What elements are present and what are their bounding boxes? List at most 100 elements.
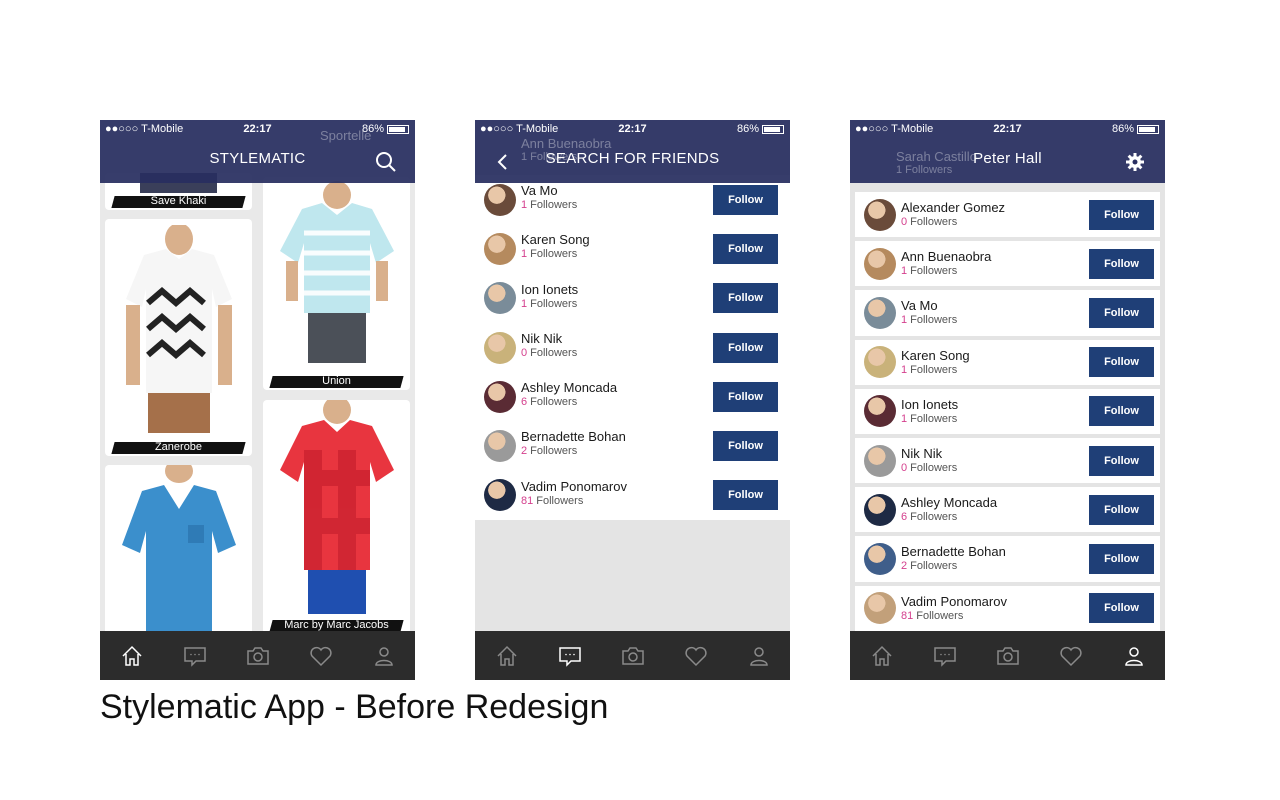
follow-button[interactable]: Follow (1089, 543, 1154, 574)
follow-button[interactable]: Follow (713, 184, 778, 215)
avatar[interactable] (864, 247, 896, 280)
user-name[interactable]: Ashley Moncada (521, 380, 617, 395)
tab-messages[interactable] (927, 639, 963, 673)
user-name[interactable]: Va Mo (521, 183, 558, 198)
avatar[interactable] (864, 592, 896, 625)
user-name[interactable]: Karen Song (901, 348, 970, 363)
tab-home[interactable] (114, 639, 150, 673)
follow-button[interactable]: Follow (1089, 199, 1154, 230)
product-card-blue-vneck[interactable] (105, 465, 252, 645)
user-name[interactable]: Ashley Moncada (901, 495, 997, 510)
user-name[interactable]: Ion Ionets (521, 282, 578, 297)
user-name[interactable]: Va Mo (901, 298, 938, 313)
follow-button[interactable]: Follow (1089, 593, 1154, 624)
tab-home[interactable] (489, 639, 525, 673)
product-card-union[interactable]: Union (263, 177, 410, 390)
follow-button[interactable]: Follow (1089, 248, 1154, 279)
follow-button[interactable]: Follow (1089, 494, 1154, 525)
battery-indicator: 86% (737, 123, 784, 135)
follow-button[interactable]: Follow (1089, 445, 1154, 476)
avatar[interactable] (864, 198, 896, 231)
avatar[interactable] (484, 430, 516, 463)
tab-home[interactable] (864, 639, 900, 673)
product-card-zanerobe[interactable]: Zanerobe (105, 219, 252, 456)
page-title: Peter Hall (973, 150, 1042, 167)
follow-button[interactable]: Follow (713, 283, 778, 314)
tab-favorites[interactable] (678, 639, 714, 673)
tab-camera[interactable] (240, 639, 276, 673)
follower-number: 1 (521, 199, 528, 211)
tab-profile[interactable] (366, 639, 402, 673)
follow-button[interactable]: Follow (1089, 297, 1154, 328)
battery-icon (762, 124, 784, 134)
user-name[interactable]: Nik Nik (901, 446, 942, 461)
user-name[interactable]: Vadim Ponomarov (901, 594, 1007, 609)
follower-count: 81 Followers (901, 610, 963, 622)
user-row: Ann Buenaobra 1 Followers Follow (855, 241, 1160, 287)
tab-bar (475, 631, 790, 680)
camera-icon (996, 646, 1019, 665)
follow-button[interactable]: Follow (713, 431, 778, 462)
followers-label: Followers (530, 199, 578, 211)
user-name[interactable]: Ion Ionets (901, 397, 958, 412)
follow-button[interactable]: Follow (713, 332, 778, 363)
chat-icon (558, 646, 581, 667)
avatar[interactable] (864, 395, 896, 428)
tab-messages[interactable] (177, 639, 213, 673)
avatar[interactable] (484, 380, 516, 413)
avatar[interactable] (484, 331, 516, 364)
tab-favorites[interactable] (1053, 639, 1089, 673)
tab-messages[interactable] (552, 639, 588, 673)
user-row: Karen Song 1 Followers Follow (855, 339, 1160, 385)
status-bar: ●●○○○ T-Mobile 22:17 86% (850, 123, 1165, 137)
follow-button[interactable]: Follow (713, 233, 778, 264)
avatar[interactable] (484, 232, 516, 265)
product-card-marc-by-marc-jacobs[interactable]: Marc by Marc Jacobs (263, 400, 410, 634)
avatar[interactable] (864, 493, 896, 526)
followers-label: Followers (530, 396, 578, 409)
user-icon (374, 646, 393, 666)
avatar[interactable] (484, 183, 516, 216)
tab-profile[interactable] (1116, 639, 1152, 673)
camera-icon (621, 646, 644, 665)
avatar[interactable] (484, 282, 516, 315)
user-name[interactable]: Alexander Gomez (901, 200, 1005, 215)
tab-profile[interactable] (741, 639, 777, 673)
avatar[interactable] (484, 479, 516, 512)
navigation-bar: Ann Buenaobra 1 Followers ●●○○○ T-Mobile… (475, 120, 790, 183)
user-name[interactable]: Vadim Ponomarov (521, 479, 627, 494)
avatar[interactable] (864, 296, 896, 329)
user-name[interactable]: Bernadette Bohan (521, 429, 626, 444)
followers-label: Followers (910, 412, 958, 425)
follow-button[interactable]: Follow (713, 381, 778, 412)
user-name[interactable]: Ann Buenaobra (901, 249, 991, 264)
avatar[interactable] (864, 346, 896, 379)
user-name[interactable]: Nik Nik (521, 331, 562, 346)
follow-button[interactable]: Follow (1089, 396, 1154, 427)
user-row: Nik Nik 0 Followers Follow (855, 437, 1160, 484)
search-icon[interactable] (375, 151, 397, 173)
product-image (279, 181, 394, 363)
user-name[interactable]: Karen Song (521, 232, 590, 247)
follower-number: 1 (521, 297, 528, 310)
follow-button[interactable]: Follow (713, 480, 778, 511)
product-image (125, 225, 232, 433)
follower-number: 2 (901, 560, 908, 573)
user-row: Karen Song 1 Followers Follow (475, 224, 790, 274)
gear-icon[interactable] (1125, 152, 1145, 172)
follower-count: 1 Followers (521, 248, 577, 260)
battery-icon (387, 124, 409, 134)
user-name[interactable]: Bernadette Bohan (901, 544, 1006, 559)
product-brand-label: Save Khaki (105, 193, 252, 210)
user-row: Ion Ionets 1 Followers Follow (855, 388, 1160, 434)
avatar[interactable] (864, 542, 896, 575)
tab-camera[interactable] (990, 639, 1026, 673)
follower-count: 0 Followers (521, 347, 577, 359)
avatar[interactable] (864, 444, 896, 477)
tab-bar (100, 631, 415, 680)
heart-icon (309, 646, 332, 666)
tab-camera[interactable] (615, 639, 651, 673)
battery-label: 86% (361, 123, 384, 135)
tab-favorites[interactable] (303, 639, 339, 673)
follow-button[interactable]: Follow (1089, 347, 1154, 378)
